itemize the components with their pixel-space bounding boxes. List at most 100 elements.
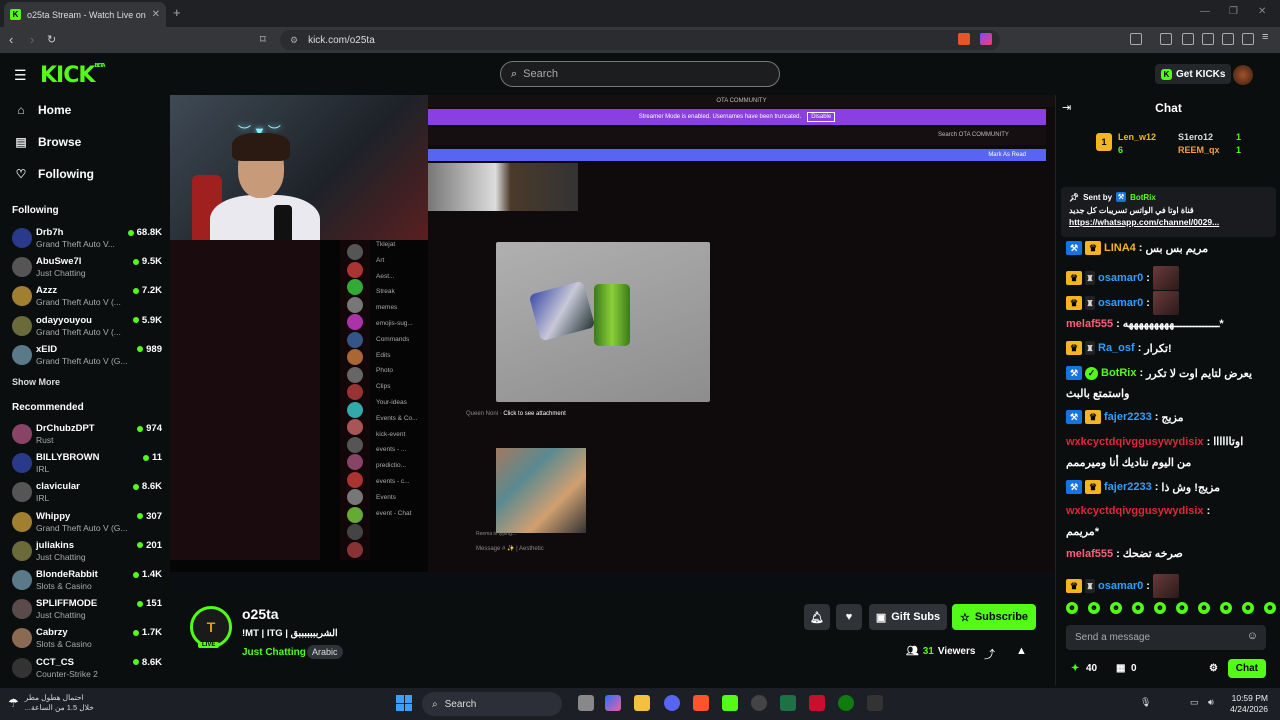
brave-rewards-icon[interactable]: [980, 33, 992, 45]
sidebar-item-home[interactable]: ⌂ Home: [14, 103, 71, 117]
new-tab-icon[interactable]: +: [173, 5, 181, 20]
emote-icon[interactable]: ☻: [1198, 602, 1210, 614]
chat-username[interactable]: wxkcyctdqivggusywydisix: [1066, 505, 1204, 517]
emote-icon[interactable]: ☻: [1242, 602, 1254, 614]
brave-icon[interactable]: [693, 695, 709, 711]
following-channel-row[interactable]: Azzz Grand Theft Auto V (... 7.2K: [12, 283, 162, 311]
maximize-icon[interactable]: ❐: [1229, 6, 1238, 17]
app-icon[interactable]: [867, 695, 883, 711]
chat-username[interactable]: fajer2233: [1104, 481, 1152, 493]
emoji-icon[interactable]: ☺: [1247, 630, 1258, 642]
leader-name[interactable]: REEM_qx: [1178, 145, 1220, 155]
chat-username[interactable]: melaf555: [1066, 548, 1113, 560]
mic-tray-icon[interactable]: 🎙︎: [1140, 697, 1151, 708]
file-explorer-icon[interactable]: [634, 695, 650, 711]
notification-bell-button[interactable]: 🔔︎: [804, 604, 830, 630]
report-icon[interactable]: ▲: [1016, 645, 1027, 657]
user-avatar[interactable]: [1233, 65, 1253, 85]
bookmark-icon[interactable]: ⌑: [260, 33, 266, 46]
windows-start-icon[interactable]: [396, 695, 412, 711]
address-bar[interactable]: ⚙ kick.com/o25ta: [280, 30, 1000, 50]
channel-name[interactable]: o25ta: [242, 606, 279, 622]
following-channel-row[interactable]: odayyouyou Grand Theft Auto V (... 5.9K: [12, 313, 162, 341]
network-icon[interactable]: ▭: [1190, 697, 1199, 708]
video-player[interactable]: ︶▼︶ OTA COMMUNITY Streamer Mode is enabl…: [170, 95, 1055, 592]
chat-username[interactable]: melaf555: [1066, 318, 1113, 330]
pinned-message[interactable]: 📌︎ Sent by ⚒ BotRix قناة اوتا في الواتس تسر…: [1061, 187, 1276, 237]
emote-icon[interactable]: ☻: [1154, 602, 1166, 614]
extension-icon[interactable]: [1130, 33, 1142, 45]
settings-gear-icon[interactable]: ⚙: [1209, 663, 1218, 674]
following-channel-row[interactable]: AbuSwe7l Just Chatting 9.5K: [12, 254, 162, 282]
emote-icon[interactable]: ☻: [1176, 602, 1188, 614]
recommended-channel-row[interactable]: Whippy Grand Theft Auto V (G... 307: [12, 509, 162, 537]
xbox-icon[interactable]: [838, 695, 854, 711]
chat-username[interactable]: BotRix: [1101, 367, 1136, 379]
sidebar-icon[interactable]: [1182, 33, 1194, 45]
recommended-channel-row[interactable]: Cabrzy Slots & Casino 1.7K: [12, 625, 162, 653]
recommended-channel-row[interactable]: juliakins Just Chatting 201: [12, 538, 162, 566]
pinned-link[interactable]: https://whatsapp.com/channel/0029...: [1069, 217, 1268, 227]
share-icon[interactable]: ⤴: [984, 646, 995, 662]
site-info-icon[interactable]: ⚙: [290, 35, 298, 46]
show-more-link[interactable]: Show More: [12, 377, 60, 387]
chat-username[interactable]: osamar0: [1098, 580, 1143, 592]
chat-username[interactable]: wxkcyctdqivggusywydisix: [1066, 436, 1204, 448]
hamburger-menu-icon[interactable]: ☰: [14, 67, 27, 84]
task-view-icon[interactable]: [578, 695, 594, 711]
subscribe-button[interactable]: ☆ Subscribe: [952, 604, 1036, 630]
chat-username[interactable]: Ra_osf: [1098, 342, 1135, 354]
volume-icon[interactable]: 🔊︎: [1208, 697, 1214, 708]
emote-icon[interactable]: ☻: [1220, 602, 1232, 614]
emote-icon[interactable]: ☻: [1132, 602, 1144, 614]
emote-icon[interactable]: ☻: [1088, 602, 1100, 614]
leo-icon[interactable]: [1222, 33, 1234, 45]
follow-button[interactable]: ♥: [836, 604, 862, 630]
chat-username[interactable]: fajer2233: [1104, 411, 1152, 423]
kick-logo[interactable]: KICKBETA: [40, 63, 106, 88]
kick-app-icon[interactable]: [722, 695, 738, 711]
close-tab-icon[interactable]: ✕: [152, 9, 160, 20]
reload-icon[interactable]: ↻: [47, 33, 56, 46]
emote-icon[interactable]: ☻: [1066, 602, 1078, 614]
url-text[interactable]: kick.com/o25ta: [308, 35, 375, 46]
close-window-icon[interactable]: ✕: [1258, 6, 1266, 17]
stream-category[interactable]: Just Chatting: [242, 647, 306, 658]
system-clock[interactable]: 10:59 PM 4/24/2026: [1230, 693, 1268, 715]
following-channel-row[interactable]: Drb7h Grand Theft Auto V... 68.8K: [12, 225, 162, 253]
get-kicks-button[interactable]: K Get KICKs: [1155, 64, 1232, 84]
adobe-icon[interactable]: [809, 695, 825, 711]
gift-subs-button[interactable]: ▣ Gift Subs: [869, 604, 947, 630]
back-icon[interactable]: ‹: [9, 32, 13, 47]
vpn-icon[interactable]: [1242, 33, 1254, 45]
excel-icon[interactable]: [780, 695, 796, 711]
recommended-channel-row[interactable]: CCT_CS Counter-Strike 2 8.6K: [12, 655, 162, 683]
sidebar-item-browse[interactable]: ▤ Browse: [14, 135, 81, 149]
leader-name[interactable]: S1ero12: [1178, 132, 1213, 142]
obs-icon[interactable]: [751, 695, 767, 711]
search-input[interactable]: ⌕ Search: [500, 61, 780, 87]
recommended-channel-row[interactable]: BlondeRabbit Slots & Casino 1.4K: [12, 567, 162, 595]
recommended-channel-row[interactable]: DrChubzDPT Rust 974: [12, 421, 162, 449]
language-tag[interactable]: Arabic: [307, 645, 343, 659]
copilot-icon[interactable]: [605, 695, 621, 711]
browser-tab[interactable]: K o25ta Stream - Watch Live on Ki ✕: [4, 2, 166, 27]
leader-name[interactable]: Len_w12: [1118, 132, 1156, 142]
music-icon[interactable]: [1160, 33, 1172, 45]
chat-username[interactable]: osamar0: [1098, 272, 1143, 284]
wallet-icon[interactable]: [1202, 33, 1214, 45]
recommended-channel-row[interactable]: clavicular IRL 8.6K: [12, 479, 162, 507]
chat-input[interactable]: Send a message ☺: [1066, 625, 1266, 650]
chat-username[interactable]: osamar0: [1098, 297, 1143, 309]
recommended-channel-row[interactable]: SPLIFFMODE Just Chatting 151: [12, 596, 162, 624]
chat-username[interactable]: LINA4: [1104, 242, 1136, 254]
minimize-icon[interactable]: —: [1200, 6, 1210, 17]
cart-icon[interactable]: ▦: [1116, 663, 1125, 674]
forward-icon[interactable]: ›: [30, 32, 34, 47]
send-chat-button[interactable]: Chat: [1227, 659, 1266, 678]
taskbar-search[interactable]: ⌕ Search: [422, 692, 562, 716]
recommended-channel-row[interactable]: BILLYBROWN IRL 11: [12, 450, 162, 478]
following-channel-row[interactable]: xEID Grand Theft Auto V (G... 989: [12, 342, 162, 370]
brave-shield-icon[interactable]: [958, 33, 970, 45]
discord-icon[interactable]: [664, 695, 680, 711]
